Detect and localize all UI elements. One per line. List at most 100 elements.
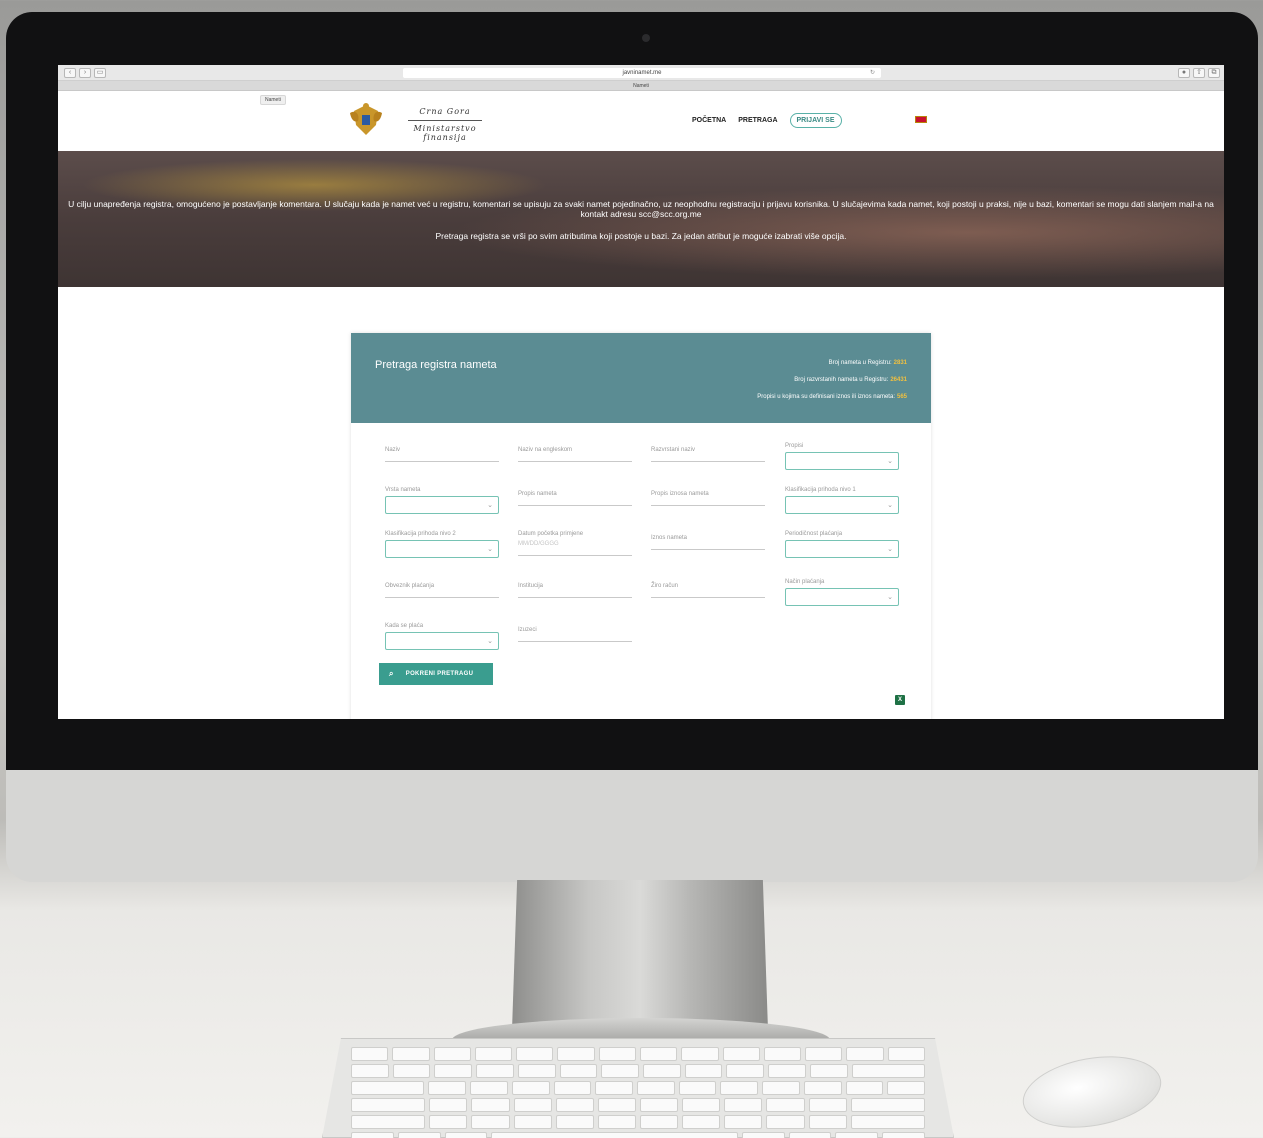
mouse [1017,1046,1167,1138]
panel-title: Pretraga registra nameta [375,359,497,371]
propis-iznosa-underline [651,505,765,506]
forward-button[interactable]: › [79,68,91,78]
institucija-label: Institucija [518,583,544,589]
main-nav: POČETNA PRETRAGA PRIJAVI SE [692,113,842,128]
hero-paragraph-1: U cilju unapređenja registra, omogućeno … [68,199,1214,219]
hero-paragraph-2: Pretraga registra se vrši po svim atribu… [435,231,847,241]
kada-label: Kada se plaća [385,623,424,629]
url-text: javninamet.me [622,70,662,76]
ziro-label: Žiro račun [651,583,679,589]
excel-icon[interactable]: X [895,695,905,705]
izuzeci-field[interactable]: Izuzeci [518,627,632,642]
panel-header: Pretraga registra nameta Broj nameta u R… [351,333,931,423]
propis-iznosa-field[interactable]: Propis iznosa nameta [651,491,765,506]
search-button-label: POKRENI PRETRAGU [405,671,474,677]
coat-of-arms-icon[interactable] [348,101,384,139]
stat-value: 565 [896,394,907,400]
downloads-icon[interactable]: ● [1178,68,1190,78]
razvrstani-underline [651,461,765,462]
datum-label: Datum početka primjene [518,531,584,537]
klas2-field: Klasifikacija prihoda nivo 2 [385,531,499,537]
nav-home[interactable]: POČETNA [692,117,726,124]
chevron-down-icon: ⌄ [487,638,493,645]
monitor-stand [512,880,768,1030]
flag-icon[interactable] [915,116,927,123]
tab-title: Nameti [633,83,649,89]
stats-block: Broj nameta u Registru: 2831 Broj razvrst… [757,355,907,406]
brand-line1: Crna Gora [419,107,471,116]
address-bar[interactable]: javninamet.me ↻ [403,68,881,78]
propisi-label: Propisi [785,443,804,449]
stat-label: Broj razvrstanih nameta u Registru: [794,377,889,383]
obveznik-field[interactable]: Obveznik plaćanja [385,583,499,598]
razvrstani-field[interactable]: Razvrstani naziv [651,447,765,462]
naziv-en-label: Naziv na engleskom [518,447,573,453]
keyboard [322,1038,954,1138]
nameti-badge[interactable]: Nameti [260,95,286,105]
institucija-field[interactable]: Institucija [518,583,632,598]
chevron-down-icon: ⌄ [487,502,493,509]
stat-value: 26431 [890,377,907,383]
reload-icon[interactable]: ↻ [870,68,875,78]
naziv-underline [385,461,499,462]
izuzeci-underline [518,641,632,642]
datum-underline [518,555,632,556]
brand-logo[interactable]: Crna Gora Ministarstvo finansija [390,107,500,142]
propis-nameta-label: Propis nameta [518,491,557,497]
nacin-label: Način plaćanja [785,579,825,585]
propisi-field: Propisi [785,443,899,449]
iznos-label: Iznos nameta [651,535,688,541]
share-icon[interactable]: ⇧ [1193,68,1205,78]
brand-divider [408,120,482,121]
main-content: Pretraga registra nameta Broj nameta u R… [58,287,1224,719]
camera-icon [642,34,650,42]
institucija-underline [518,597,632,598]
datum-field[interactable]: Datum početka primjene MM/DD/GGGG [518,531,632,556]
search-button[interactable]: ⌕ POKRENI PRETRAGU [379,663,493,685]
periodicnost-field: Periodičnost plaćanja [785,531,899,537]
browser-tab[interactable]: Nameti [58,81,1224,91]
klas1-label: Klasifikacija prihoda nivo 1 [785,487,856,493]
propis-nameta-underline [518,505,632,506]
datum-placeholder: MM/DD/GGGG [518,541,559,547]
propis-iznosa-label: Propis iznosa nameta [651,491,709,497]
periodicnost-select[interactable]: ⌄ [785,540,899,558]
browser-toolbar: ‹ › ▭ javninamet.me ↻ ● ⇧ ⧉ [58,65,1224,81]
klas2-select[interactable]: ⌄ [385,540,499,558]
kada-select[interactable]: ⌄ [385,632,499,650]
nav-search[interactable]: PRETRAGA [738,117,777,124]
stat-label: Broj nameta u Registru: [828,360,892,366]
nacin-select[interactable]: ⌄ [785,588,899,606]
chevron-down-icon: ⌄ [487,546,493,553]
iznos-field[interactable]: Iznos nameta [651,535,765,550]
naziv-en-underline [518,461,632,462]
ziro-field[interactable]: Žiro račun [651,583,765,598]
chevron-down-icon: ⌄ [887,546,893,553]
back-button[interactable]: ‹ [64,68,76,78]
propisi-select[interactable]: ⌄ [785,452,899,470]
klas2-label: Klasifikacija prihoda nivo 2 [385,531,456,537]
periodicnost-label: Periodičnost plaćanja [785,531,843,537]
naziv-field[interactable]: Naziv [385,447,499,462]
obveznik-label: Obveznik plaćanja [385,583,435,589]
hero-banner: U cilju unapređenja registra, omogućeno … [58,151,1224,287]
chevron-down-icon: ⌄ [887,502,893,509]
stat-row: Broj nameta u Registru: 2831 [757,355,907,372]
klas1-select[interactable]: ⌄ [785,496,899,514]
kada-field: Kada se plaća [385,623,499,629]
tabs-icon[interactable]: ⧉ [1208,68,1220,78]
vrsta-label: Vrsta nameta [385,487,421,493]
stat-value: 2831 [893,360,907,366]
obveznik-underline [385,597,499,598]
site-header: Nameti Crna Gora Ministarstvo finansija … [58,91,1224,151]
iznos-underline [651,549,765,550]
sidebar-toggle-icon[interactable]: ▭ [94,68,106,78]
search-panel: Pretraga registra nameta Broj nameta u R… [351,333,931,719]
screen: ‹ › ▭ javninamet.me ↻ ● ⇧ ⧉ Nameti Namet… [58,65,1224,719]
stat-row: Propisi u kojima su definisani iznos ili… [757,389,907,406]
naziv-label: Naziv [385,447,401,453]
propis-nameta-field[interactable]: Propis nameta [518,491,632,506]
login-button[interactable]: PRIJAVI SE [789,113,842,128]
naziv-en-field[interactable]: Naziv na engleskom [518,447,632,462]
vrsta-select[interactable]: ⌄ [385,496,499,514]
